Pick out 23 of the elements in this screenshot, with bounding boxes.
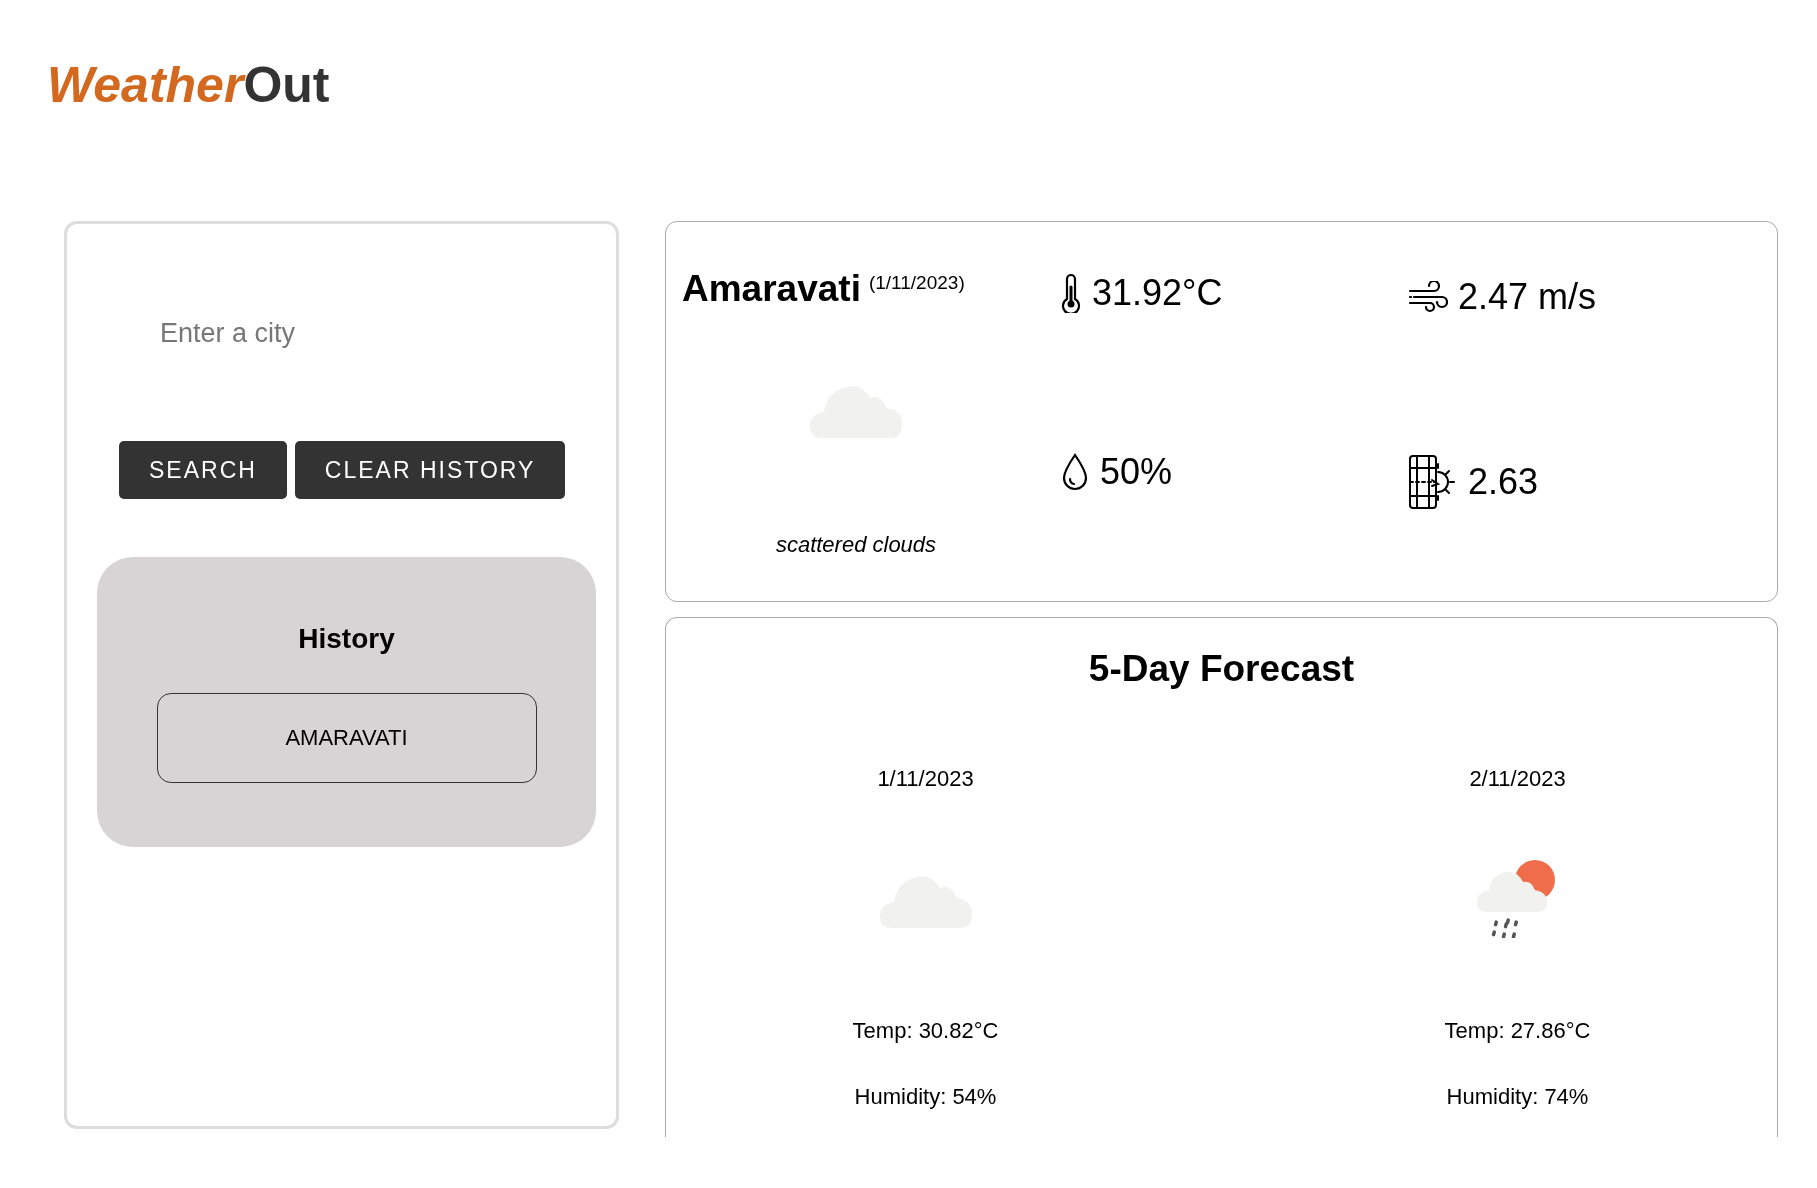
current-date: (1/11/2023): [868, 272, 965, 294]
temperature-value: 31.92°C: [1092, 272, 1223, 314]
forecast-title: 5-Day Forecast: [1088, 648, 1355, 690]
history-title: History: [298, 623, 395, 655]
forecast-temperature: Temp: 27.86°C: [1444, 1018, 1591, 1044]
history-item[interactable]: AMARAVATI: [156, 693, 537, 783]
thermometer-icon: [1060, 273, 1082, 313]
humidity-value: 50%: [1100, 451, 1173, 493]
forecast-temperature: Temp: 30.82°C: [852, 1018, 999, 1044]
uv-value: 2.63: [1468, 461, 1539, 503]
wind-value: 2.47 m/s: [1458, 276, 1597, 318]
city-search-field[interactable]: Enter a city: [160, 314, 560, 353]
clear-history-button[interactable]: CLEAR HISTORY: [294, 441, 566, 499]
city-name: Amaravati: [682, 268, 861, 310]
forecast-date: 2/11/2023: [1469, 766, 1566, 792]
forecast-humidity: Humidity: 74%: [1446, 1084, 1589, 1110]
app-logo: WeatherOut: [47, 58, 330, 113]
weather-description: scattered clouds: [775, 532, 937, 558]
wind-icon: [1408, 281, 1448, 313]
forecast-date: 1/11/2023: [877, 766, 974, 792]
forecast-humidity: Humidity: 54%: [854, 1084, 997, 1110]
droplet-icon: [1060, 453, 1090, 491]
search-button[interactable]: SEARCH: [119, 441, 287, 499]
